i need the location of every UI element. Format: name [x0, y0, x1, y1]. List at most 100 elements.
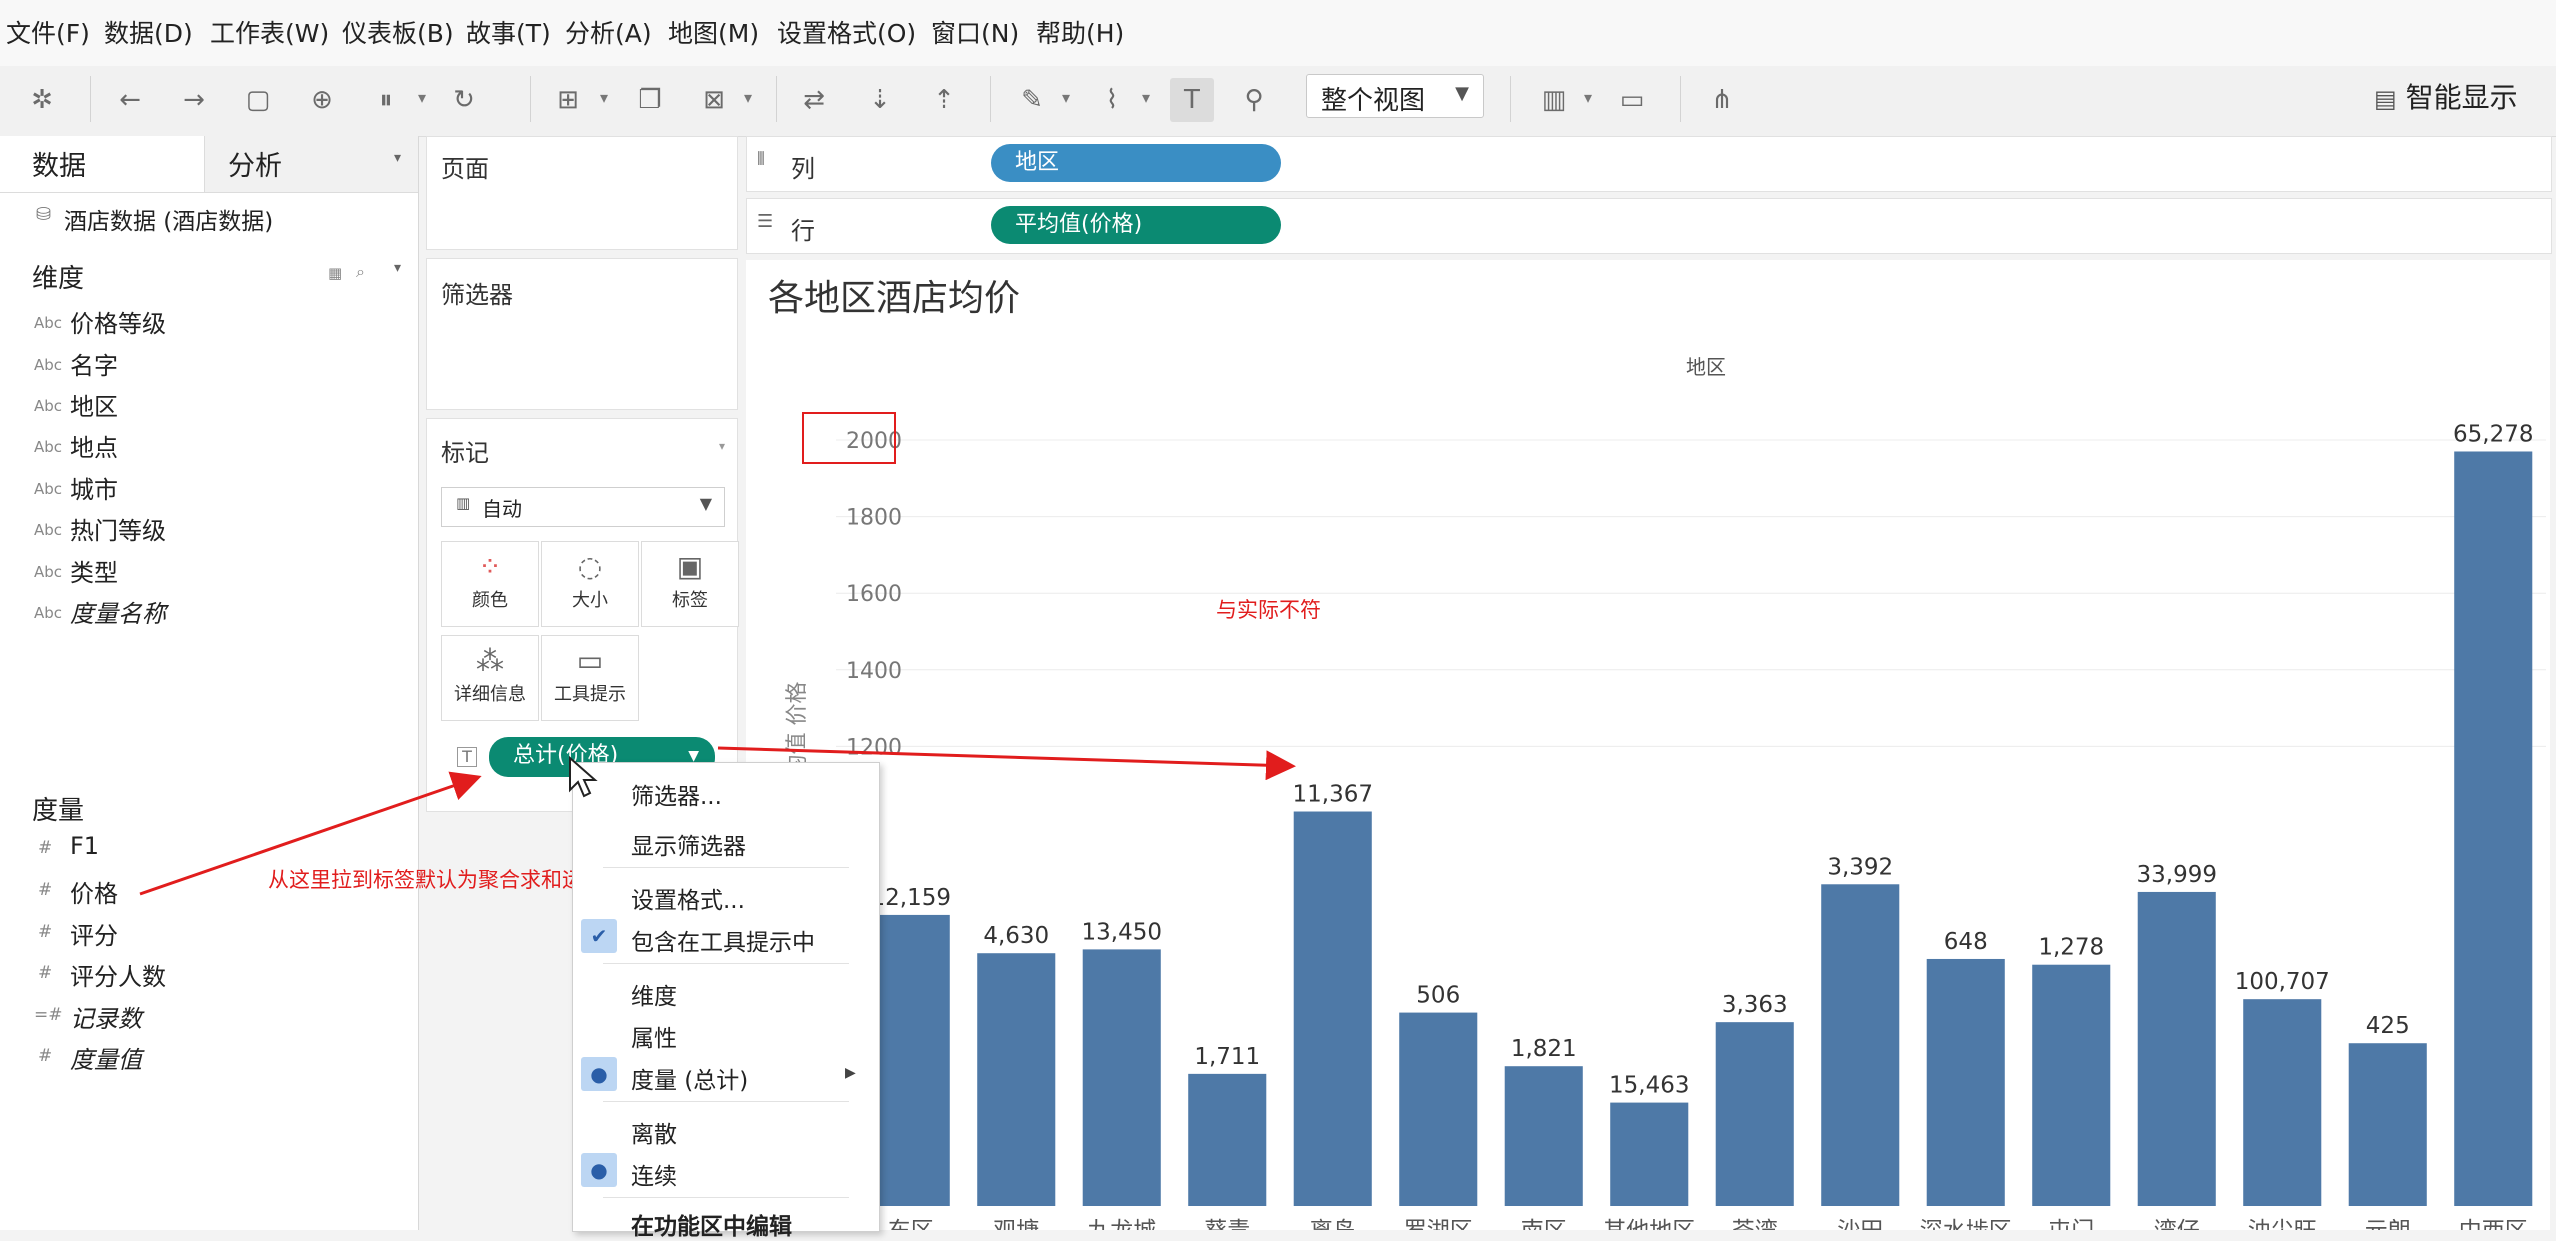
- tableau-logo-icon[interactable]: ✲: [20, 78, 64, 122]
- bar-屯门[interactable]: [2032, 964, 2111, 1206]
- menu-analysis[interactable]: 分析(A): [565, 14, 652, 50]
- chart-icon[interactable]: ▥: [1532, 78, 1576, 122]
- filters-shelf[interactable]: 筛选器: [426, 258, 738, 410]
- menu-item-include-tooltip[interactable]: 包含在工具提示中: [631, 923, 815, 957]
- mark-label-button[interactable]: ▣ 标签: [641, 541, 739, 627]
- label-icon[interactable]: T: [1170, 78, 1214, 122]
- clear-icon[interactable]: ⊠: [692, 78, 736, 122]
- menu-item-filter[interactable]: 筛选器...: [631, 777, 722, 811]
- menu-window[interactable]: 窗口(N): [931, 14, 1019, 50]
- sort-desc-icon[interactable]: ⇡: [922, 78, 966, 122]
- bar-湾仔[interactable]: [2137, 891, 2216, 1206]
- menu-item-measure-sum[interactable]: 度量 (总计): [631, 1061, 748, 1095]
- bar-离岛[interactable]: [1293, 811, 1372, 1206]
- measure-field[interactable]: 评分: [70, 916, 118, 951]
- chevron-down-icon[interactable]: ▾: [1142, 88, 1150, 107]
- new-sheet-icon[interactable]: ⊞: [546, 78, 590, 122]
- dimension-field[interactable]: 地区: [70, 387, 118, 422]
- menu-item-attribute[interactable]: 属性: [631, 1019, 677, 1053]
- chevron-down-icon[interactable]: ▾: [744, 88, 752, 107]
- menu-item-format[interactable]: 设置格式...: [631, 881, 745, 915]
- datasource-name[interactable]: 酒店数据 (酒店数据): [64, 202, 273, 236]
- bar-荃湾[interactable]: [1715, 1022, 1794, 1206]
- chevron-down-icon[interactable]: ▾: [418, 88, 426, 107]
- bar-沙田[interactable]: [1821, 884, 1900, 1206]
- new-datasource-icon[interactable]: ⊕: [300, 78, 344, 122]
- pane-menu-icon[interactable]: ▾: [394, 150, 401, 166]
- smart-display-icon: ▤: [2374, 85, 2397, 113]
- dimension-field[interactable]: 价格等级: [70, 304, 166, 339]
- mark-color-button[interactable]: ⁘ 颜色: [441, 541, 539, 627]
- menu-map[interactable]: 地图(M): [668, 14, 759, 50]
- grid-view-icon[interactable]: ▦: [328, 264, 342, 282]
- measure-field[interactable]: 度量值: [70, 1040, 142, 1075]
- bar-深水埗区[interactable]: [1926, 958, 2005, 1206]
- menu-item-show-filter[interactable]: 显示筛选器: [631, 827, 746, 861]
- swap-icon[interactable]: ⇄: [792, 78, 836, 122]
- dimension-field[interactable]: 城市: [70, 470, 118, 505]
- redo-icon[interactable]: →: [172, 78, 216, 122]
- sort-asc-icon[interactable]: ⇣: [858, 78, 902, 122]
- chevron-down-icon[interactable]: ▾: [1584, 88, 1592, 107]
- smart-display-button[interactable]: ▤ 智能显示: [2374, 76, 2518, 116]
- columns-shelf[interactable]: ⦀ 列 地区: [746, 136, 2552, 192]
- measure-field[interactable]: F1: [70, 832, 99, 860]
- view-select[interactable]: 整个视图 ▼: [1306, 74, 1484, 118]
- bar-南区[interactable]: [1504, 1066, 1583, 1206]
- highlight-icon[interactable]: ✎: [1010, 78, 1054, 122]
- measure-field[interactable]: 价格: [70, 874, 118, 909]
- group-icon[interactable]: ⌇: [1090, 78, 1134, 122]
- menu-file[interactable]: 文件(F): [6, 14, 90, 50]
- dimension-field[interactable]: 类型: [70, 553, 118, 588]
- presentation-icon[interactable]: ▭: [1610, 78, 1654, 122]
- pages-shelf[interactable]: 页面: [426, 136, 738, 250]
- menu-help[interactable]: 帮助(H): [1036, 14, 1124, 50]
- dimensions-menu-icon[interactable]: ▾: [394, 260, 401, 276]
- menu-item-edit-in-shelf[interactable]: 在功能区中编辑: [631, 1207, 792, 1241]
- menu-format[interactable]: 设置格式(O): [777, 14, 916, 50]
- pin-icon[interactable]: ⚲: [1232, 78, 1276, 122]
- bar-东区[interactable]: [871, 914, 950, 1206]
- dimension-field[interactable]: 度量名称: [70, 594, 166, 629]
- mark-tooltip-button[interactable]: ▭ 工具提示: [541, 635, 639, 721]
- bar-元朗[interactable]: [2348, 1043, 2427, 1206]
- bar-其他地区[interactable]: [1610, 1102, 1689, 1206]
- menu-worksheet[interactable]: 工作表(W): [210, 14, 329, 50]
- rows-shelf[interactable]: ☰ 行 平均值(价格): [746, 198, 2552, 254]
- menu-item-continuous[interactable]: 连续: [631, 1157, 677, 1191]
- bar-油尖旺[interactable]: [2243, 999, 2322, 1206]
- tab-data[interactable]: 数据: [32, 144, 86, 183]
- dimension-field[interactable]: 地点: [70, 428, 118, 463]
- menu-item-dimension[interactable]: 维度: [631, 977, 677, 1011]
- refresh-icon[interactable]: ↻: [442, 78, 486, 122]
- measure-field[interactable]: 评分人数: [70, 957, 166, 992]
- dimension-field[interactable]: 热门等级: [70, 511, 166, 546]
- bar-葵青[interactable]: [1188, 1073, 1267, 1206]
- pause-icon[interactable]: ⏸: [364, 78, 408, 122]
- bar-中西区[interactable]: [2454, 451, 2533, 1206]
- undo-icon[interactable]: ←: [108, 78, 152, 122]
- region-dimension-pill[interactable]: 地区: [991, 144, 1281, 182]
- menu-item-discrete[interactable]: 离散: [631, 1115, 677, 1149]
- tab-analysis[interactable]: 分析: [228, 144, 282, 183]
- chevron-down-icon[interactable]: ▾: [1062, 88, 1070, 107]
- avg-price-measure-pill[interactable]: 平均值(价格): [991, 206, 1281, 244]
- menu-data[interactable]: 数据(D): [104, 14, 193, 50]
- search-icon[interactable]: ⌕: [356, 262, 365, 282]
- measure-field[interactable]: 记录数: [70, 999, 142, 1034]
- collapse-icon[interactable]: ▾: [719, 439, 725, 453]
- mark-size-button[interactable]: ◌ 大小: [541, 541, 639, 627]
- duplicate-icon[interactable]: ❐: [628, 78, 672, 122]
- bar-罗湖区[interactable]: [1399, 1012, 1478, 1206]
- save-icon[interactable]: ▢: [236, 78, 280, 122]
- dimension-field[interactable]: 名字: [70, 346, 118, 381]
- mark-detail-button[interactable]: ⁂ 详细信息: [441, 635, 539, 721]
- mark-type-select[interactable]: ▥ 自动 ▼: [441, 487, 725, 527]
- menu-story[interactable]: 故事(T): [466, 14, 551, 50]
- share-icon[interactable]: ⋔: [1700, 78, 1744, 122]
- datasource-icon: ⛁: [36, 204, 52, 225]
- menu-dashboard[interactable]: 仪表板(B): [342, 14, 454, 50]
- bar-观塘[interactable]: [977, 953, 1056, 1206]
- bar-九龙城[interactable]: [1082, 949, 1161, 1206]
- chevron-down-icon[interactable]: ▾: [600, 88, 608, 107]
